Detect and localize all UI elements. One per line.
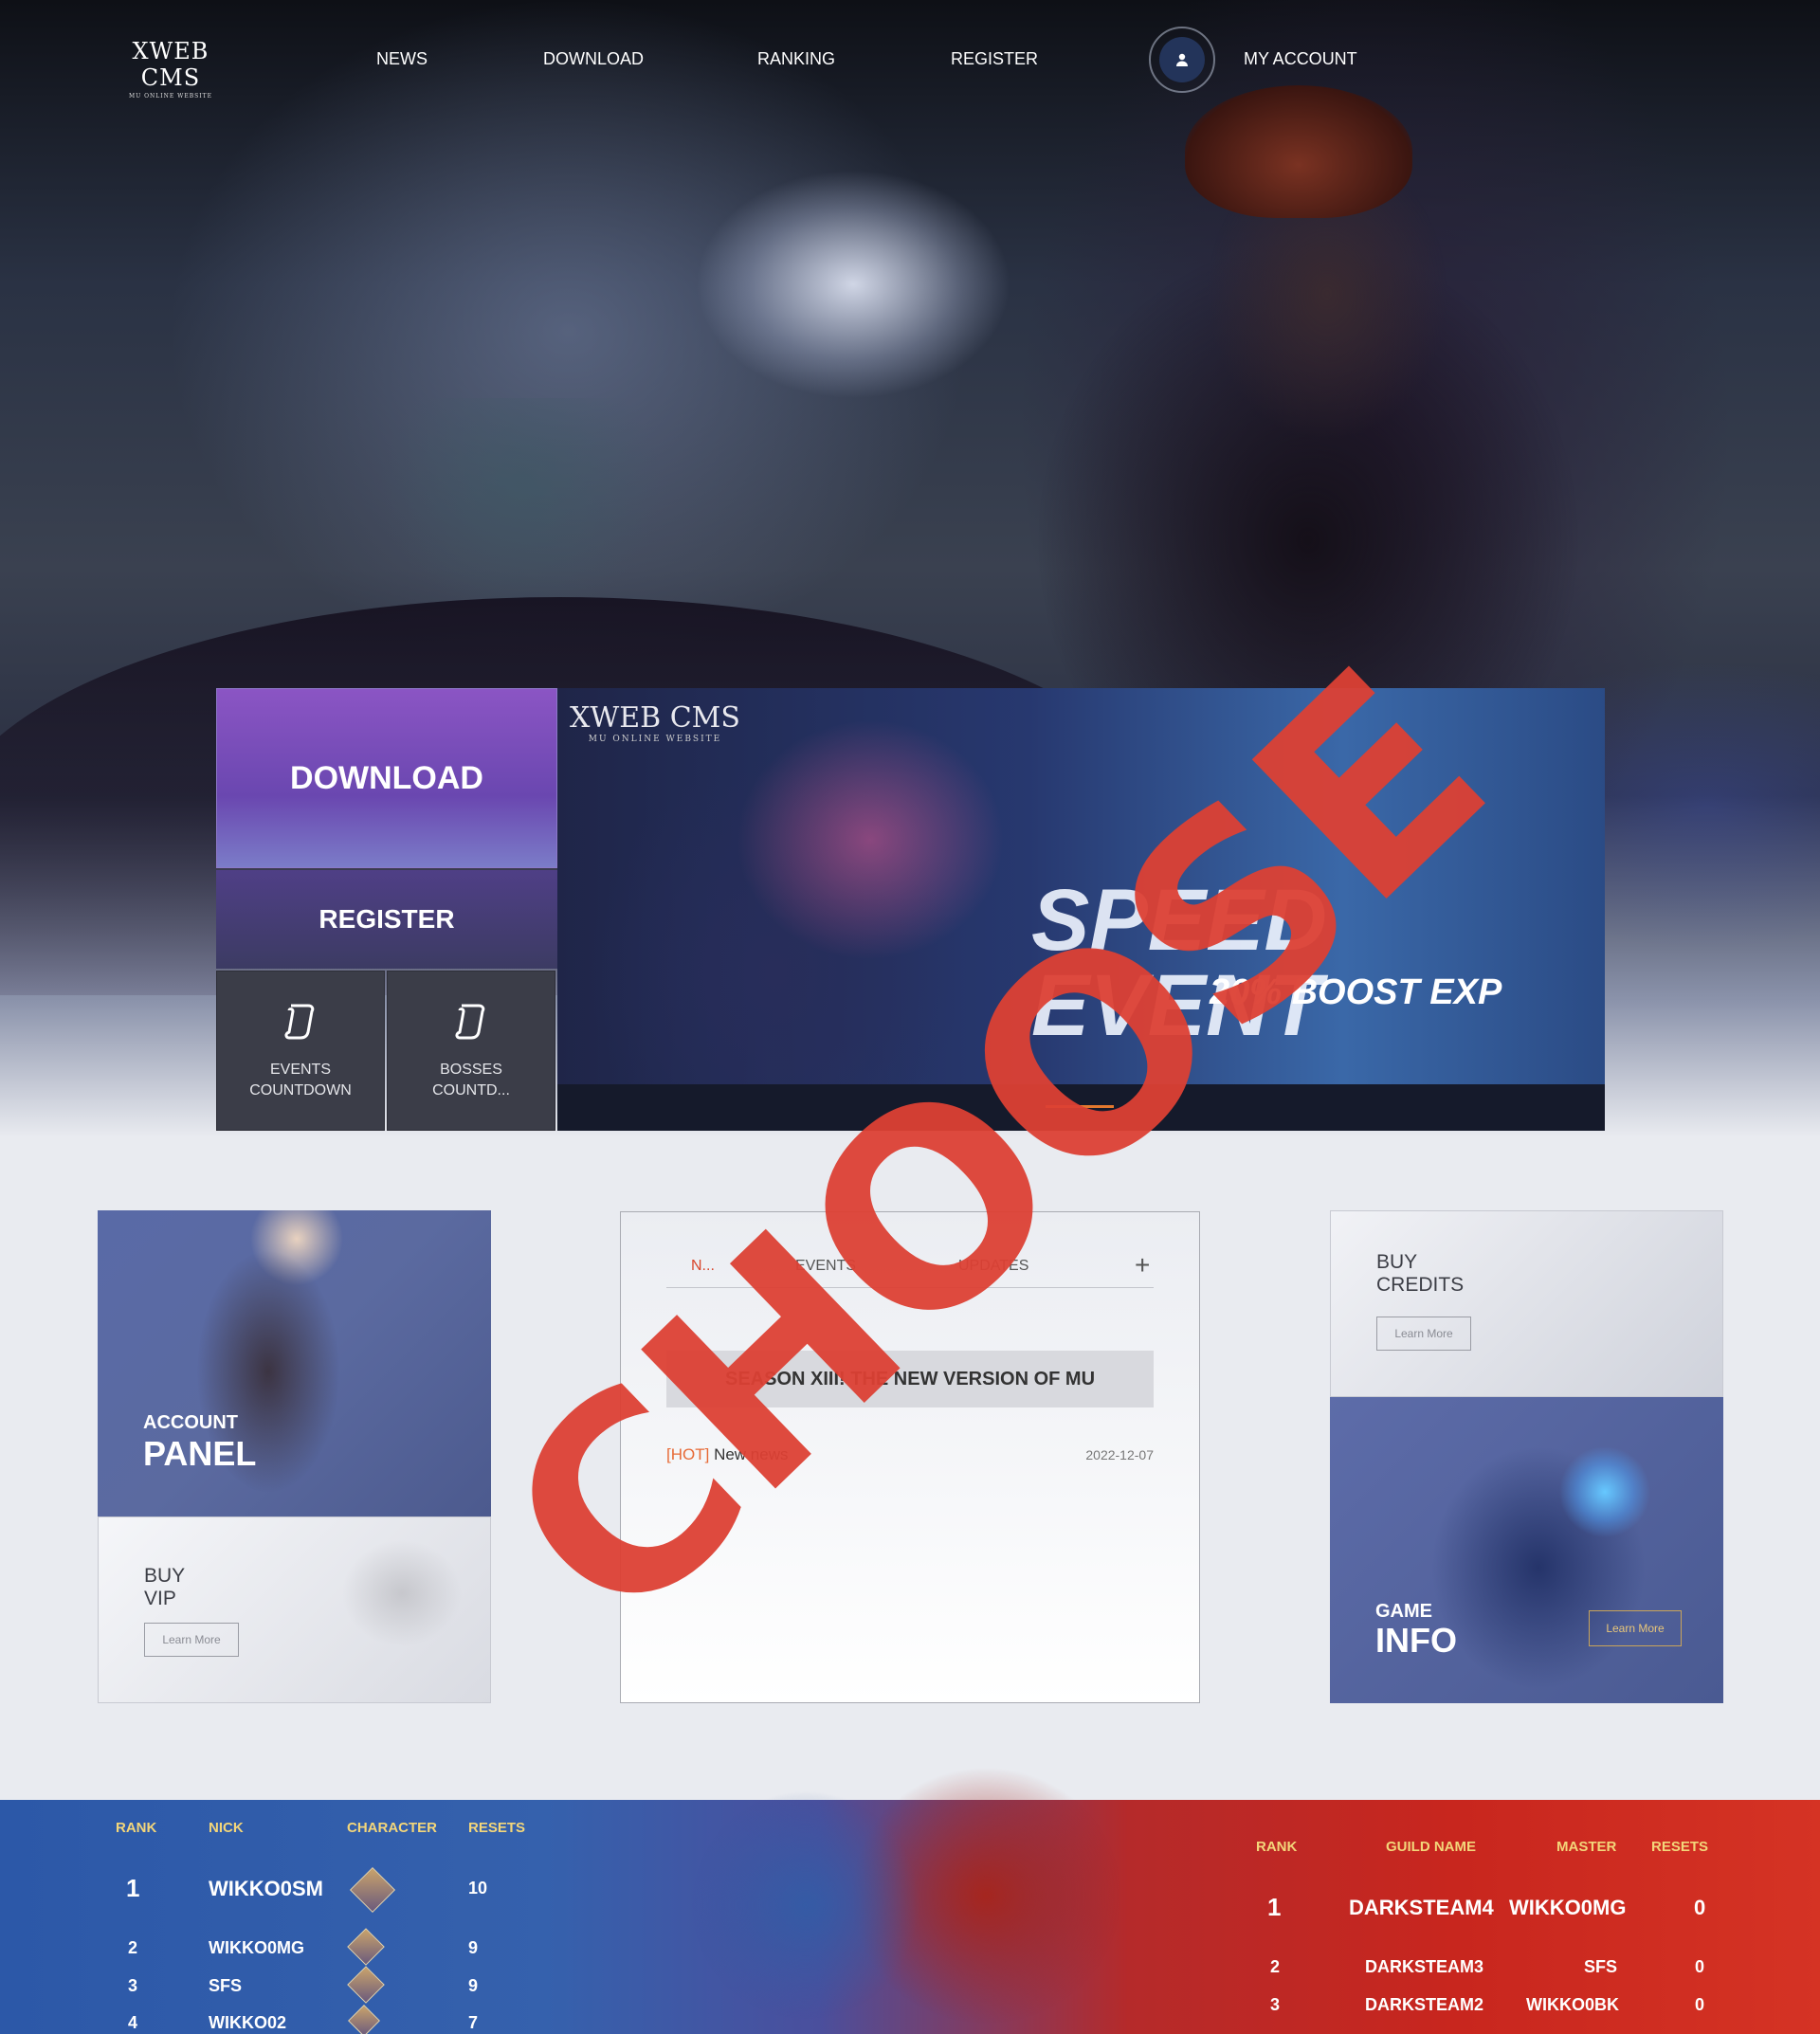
nav-link-my-account[interactable]: MY ACCOUNT: [1244, 49, 1357, 69]
account-panel-title-line1: ACCOUNT: [143, 1412, 238, 1433]
guild-header-resets: RESETS: [1651, 1839, 1709, 1855]
player-header-resets: RESETS: [468, 1820, 526, 1836]
nav-link-download[interactable]: DOWNLOAD: [543, 49, 644, 69]
buy-credits-title: BUY CREDITS: [1376, 1251, 1464, 1297]
guild-row-resets: 0: [1694, 1896, 1706, 1919]
bosses-countdown-button[interactable]: BOSSES COUNTD...: [387, 971, 555, 1131]
ranking-dragons-art: [588, 1734, 1251, 2034]
player-header-rank: RANK: [116, 1820, 157, 1836]
top-navigation: XWEB CMS MU ONLINE WEBSITE NEWS DOWNLOAD…: [0, 0, 1820, 123]
account-panel-title-line2: PANEL: [143, 1434, 257, 1473]
account-panel-card[interactable]: ACCOUNT PANEL: [98, 1210, 491, 1516]
player-row-resets: 10: [468, 1879, 488, 1898]
player-row-resets: 7: [468, 2013, 479, 2032]
game-info-card[interactable]: GAME INFO Learn More: [1330, 1397, 1723, 1703]
player-row-nick[interactable]: WIKKO0SM: [209, 1877, 323, 1901]
player-row-resets: 9: [468, 1938, 479, 1957]
buy-credits-line2: CREDITS: [1376, 1274, 1465, 1296]
game-info-learn-more-button[interactable]: Learn More: [1589, 1610, 1682, 1646]
guild-row-master[interactable]: SFS: [1584, 1957, 1617, 1977]
buy-vip-line1: BUY: [144, 1565, 186, 1587]
user-icon: [1159, 37, 1205, 82]
plus-icon[interactable]: +: [1135, 1250, 1150, 1280]
nav-link-ranking[interactable]: RANKING: [757, 49, 835, 69]
nav-link-news[interactable]: NEWS: [376, 49, 428, 69]
player-row-rank: 1: [126, 1874, 140, 1902]
logo-subtitle: MU ONLINE WEBSITE: [129, 93, 212, 100]
events-countdown-button[interactable]: EVENTS COUNTDOWN: [216, 971, 385, 1131]
buy-vip-title: BUY VIP: [144, 1565, 185, 1610]
bosses-countdown-label: BOSSES COUNTD...: [432, 1062, 510, 1099]
hero-castle-art: [379, 398, 664, 616]
player-row-rank: 2: [128, 1938, 138, 1957]
buy-vip-learn-more-button[interactable]: Learn More: [144, 1623, 239, 1657]
quick-menu: DOWNLOAD REGISTER EVENTS COUNTDOWN BOSSE…: [216, 688, 557, 1131]
guild-row-rank: 3: [1270, 1995, 1281, 2014]
news-item-date: 2022-12-07: [1085, 1447, 1154, 1462]
guild-row-master[interactable]: WIKKO0BK: [1526, 1995, 1619, 2015]
slide-logo-title: XWEB CMS: [570, 701, 740, 735]
player-header-character: CHARACTER: [347, 1820, 437, 1836]
scroll-icon: [282, 1000, 319, 1046]
player-row-nick[interactable]: WIKKO02: [209, 2013, 286, 2033]
player-row-rank: 4: [128, 2013, 138, 2032]
guild-row-name[interactable]: DARKSTEAM4: [1349, 1896, 1494, 1920]
buy-vip-line2: VIP: [144, 1588, 176, 1609]
buy-credits-line1: BUY: [1376, 1251, 1418, 1273]
download-button[interactable]: DOWNLOAD: [216, 688, 557, 868]
scroll-icon: [452, 1000, 490, 1046]
slide-logo-subtitle: MU ONLINE WEBSITE: [588, 735, 722, 744]
guild-row-master[interactable]: WIKKO0MG: [1509, 1896, 1626, 1920]
guild-row-rank: 2: [1270, 1957, 1281, 1976]
player-row-nick[interactable]: SFS: [209, 1976, 242, 1996]
guild-header-rank: RANK: [1256, 1839, 1298, 1855]
game-info-title-line2: INFO: [1375, 1621, 1457, 1660]
guild-row-name[interactable]: DARKSTEAM2: [1365, 1995, 1483, 2015]
guild-row-rank: 1: [1267, 1893, 1282, 1921]
player-row-nick[interactable]: WIKKO0MG: [209, 1938, 304, 1958]
guild-row-resets: 0: [1695, 1957, 1705, 1976]
player-row-resets: 9: [468, 1976, 479, 1995]
guild-row-name[interactable]: DARKSTEAM3: [1365, 1957, 1483, 1977]
events-countdown-label: EVENTS COUNTDOWN: [249, 1062, 352, 1099]
guild-header-master: MASTER: [1556, 1839, 1617, 1855]
player-row-rank: 3: [128, 1976, 138, 1995]
buy-vip-card: BUY VIP Learn More: [98, 1516, 491, 1703]
nav-link-register[interactable]: REGISTER: [951, 49, 1038, 69]
logo-title: XWEB CMS: [132, 38, 209, 91]
player-header-nick: NICK: [209, 1820, 244, 1836]
register-button[interactable]: REGISTER: [216, 870, 557, 969]
buy-credits-card: BUY CREDITS Learn More: [1330, 1210, 1723, 1397]
guild-row-resets: 0: [1695, 1995, 1705, 2014]
account-avatar-button[interactable]: [1149, 27, 1215, 93]
guild-header-guild-name: GUILD NAME: [1386, 1839, 1476, 1855]
buy-credits-learn-more-button[interactable]: Learn More: [1376, 1317, 1471, 1351]
game-info-title-line1: GAME: [1375, 1601, 1432, 1622]
site-logo[interactable]: XWEB CMS MU ONLINE WEBSITE: [104, 38, 237, 100]
slide-logo: XWEB CMS MU ONLINE WEBSITE: [565, 701, 745, 744]
